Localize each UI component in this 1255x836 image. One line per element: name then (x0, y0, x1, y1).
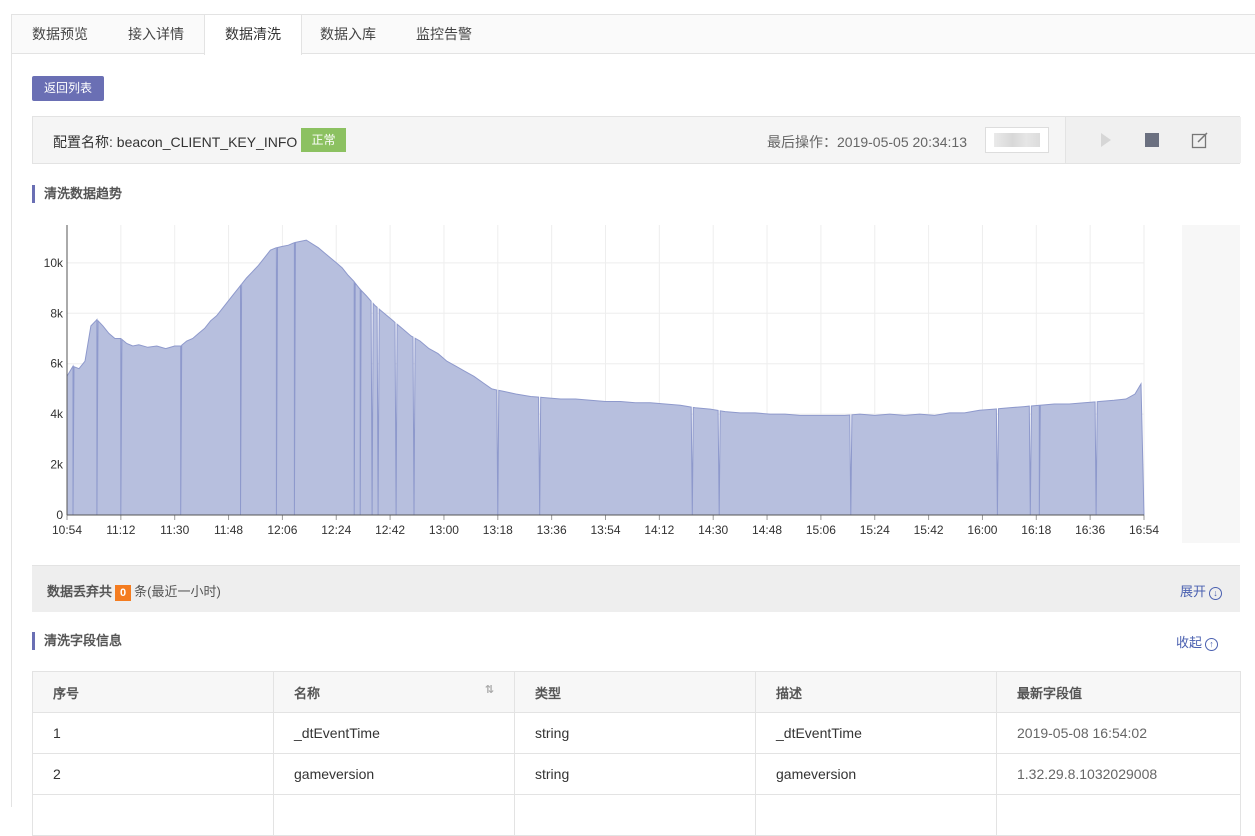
cell-type: string (514, 712, 756, 754)
x-tick-label: 11:48 (214, 523, 243, 537)
discard-suffix: 条(最近一小时) (134, 584, 221, 599)
fields-section-title: 清洗字段信息 (32, 632, 122, 650)
cell-description: gameversion (755, 753, 997, 795)
expand-label: 展开 (1179, 584, 1206, 599)
x-tick-label: 16:18 (1021, 523, 1051, 537)
chevron-up-circle-icon: ↑ (1205, 638, 1219, 651)
tab-bar: 数据预览 接入详情 数据清洗 数据入库 监控告警 (11, 14, 1255, 55)
sort-icon[interactable]: ⇅ (485, 683, 494, 696)
y-tick-label: 10k (44, 256, 64, 270)
cell-type (514, 794, 756, 836)
chart-side-panel (1182, 225, 1240, 543)
cell-latest-value: 1.32.29.8.1032029008 (996, 753, 1241, 795)
y-tick-label: 8k (50, 306, 64, 320)
y-tick-label: 0 (56, 508, 63, 522)
x-tick-label: 14:30 (698, 523, 728, 537)
operator-avatar (985, 127, 1049, 153)
cell-latest-value (996, 794, 1241, 836)
discard-summary: 数据丢弃共 0 条(最近一小时) (47, 581, 221, 601)
x-tick-label: 13:00 (429, 523, 459, 537)
fields-table: 序号 名称 ⇅ 类型 描述 最新字段值 1 _dtEventTime string… (32, 671, 1241, 836)
discard-bar: 数据丢弃共 0 条(最近一小时) 展开 ↓ (32, 565, 1240, 612)
tab-data-preview[interactable]: 数据预览 (12, 15, 108, 54)
header-index: 序号 (32, 671, 274, 713)
discard-count-badge: 0 (115, 585, 132, 601)
config-name: 配置名称: beacon_CLIENT_KEY_INFO (53, 134, 298, 150)
y-tick-label: 2k (50, 458, 64, 472)
x-tick-label: 12:24 (321, 523, 351, 537)
y-tick-label: 4k (50, 407, 64, 421)
table-row: 1 _dtEventTime string _dtEventTime 2019-… (32, 712, 1241, 754)
table-row: 2 gameversion string gameversion 1.32.29… (32, 753, 1241, 795)
table-header-row: 序号 名称 ⇅ 类型 描述 最新字段值 (32, 671, 1241, 713)
config-bar: 配置名称: beacon_CLIENT_KEY_INFO 正常 最后操作：201… (32, 116, 1241, 164)
tab-data-storage[interactable]: 数据入库 (300, 15, 396, 54)
edit-icon[interactable] (1190, 130, 1210, 150)
header-name[interactable]: 名称 ⇅ (273, 671, 515, 713)
cell-name (273, 794, 515, 836)
trend-section-title: 清洗数据趋势 (32, 185, 122, 203)
last-operation: 最后操作：2019-05-05 20:34:13 (767, 134, 967, 150)
trend-chart-svg: 0 2k 4k 6k 8k 10k 10:54 11:12 11:30 11:48 12:06 12:… (44, 225, 1159, 537)
cell-index: 2 (32, 753, 274, 795)
cell-latest-value: 2019-05-08 16:54:02 (996, 712, 1241, 754)
cell-description (755, 794, 997, 836)
x-tick-label: 12:06 (267, 523, 297, 537)
table-row (32, 794, 1241, 836)
chevron-down-circle-icon: ↓ (1209, 587, 1222, 600)
header-type: 类型 (514, 671, 756, 713)
tab-access-details[interactable]: 接入详情 (108, 15, 204, 54)
x-tick-label: 14:12 (644, 523, 674, 537)
play-icon[interactable] (1095, 130, 1115, 150)
x-tick-label: 16:36 (1075, 523, 1105, 537)
cell-index: 1 (32, 712, 274, 754)
cell-type: string (514, 753, 756, 795)
x-tick-label: 15:42 (914, 523, 944, 537)
x-tick-label: 13:54 (590, 523, 620, 537)
x-tick-label: 13:18 (483, 523, 513, 537)
y-tick-label: 6k (50, 357, 64, 371)
x-tick-label: 14:48 (752, 523, 782, 537)
action-group (1065, 117, 1241, 163)
trend-chart: 0 2k 4k 6k 8k 10k 10:54 11:12 11:30 11:48 12:06 12:… (32, 215, 1182, 545)
x-tick-label: 16:00 (967, 523, 997, 537)
x-tick-label: 11:12 (106, 523, 135, 537)
back-to-list-button[interactable]: 返回列表 (32, 76, 104, 101)
tab-monitoring-alerts[interactable]: 监控告警 (396, 15, 492, 54)
x-tick-label: 13:36 (537, 523, 567, 537)
tab-data-cleaning[interactable]: 数据清洗 (204, 15, 302, 55)
header-name-label: 名称 (294, 685, 321, 701)
status-badge: 正常 (301, 128, 346, 152)
discard-prefix: 数据丢弃共 (47, 584, 113, 599)
cell-name: _dtEventTime (273, 712, 515, 754)
x-tick-label: 10:54 (52, 523, 82, 537)
cell-index (32, 794, 274, 836)
x-tick-label: 15:06 (806, 523, 836, 537)
collapse-label: 收起 (1176, 635, 1203, 650)
x-tick-label: 15:24 (860, 523, 890, 537)
cell-description: _dtEventTime (755, 712, 997, 754)
x-tick-label: 16:54 (1129, 523, 1159, 537)
cell-name: gameversion (273, 753, 515, 795)
collapse-link[interactable]: 收起 ↑ (1176, 632, 1219, 651)
header-description: 描述 (755, 671, 997, 713)
header-latest-value: 最新字段值 (996, 671, 1241, 713)
expand-link[interactable]: 展开 ↓ (1180, 581, 1222, 600)
x-tick-label: 11:30 (160, 523, 189, 537)
x-tick-label: 12:42 (375, 523, 405, 537)
stop-icon[interactable] (1142, 130, 1162, 150)
